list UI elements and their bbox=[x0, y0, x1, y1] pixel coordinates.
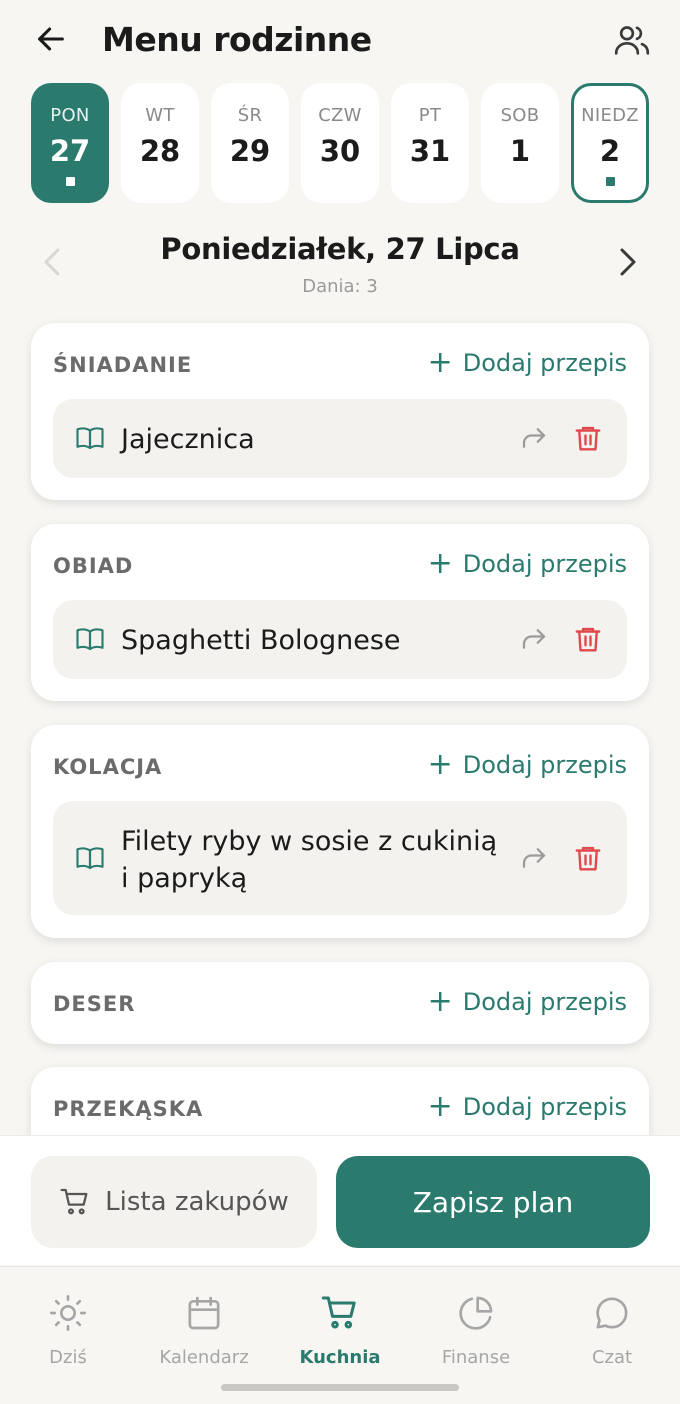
day-number: 31 bbox=[409, 134, 451, 168]
book-icon bbox=[76, 628, 104, 651]
add-recipe-label: Dodaj przepis bbox=[462, 988, 627, 1016]
day-number: 30 bbox=[319, 134, 361, 168]
book-icon bbox=[76, 847, 104, 870]
bottom-action-bar: Lista zakupów Zapisz plan bbox=[0, 1135, 680, 1265]
tab-label: Czat bbox=[591, 1347, 633, 1368]
meal-item[interactable]: Filety ryby w sosie z cukinią i papryką bbox=[53, 801, 627, 915]
add-recipe-label: Dodaj przepis bbox=[462, 1093, 627, 1121]
meal-name-line-2: i papryką bbox=[121, 863, 248, 894]
back-button[interactable] bbox=[30, 18, 72, 60]
tab-calendar[interactable]: Kalendarz bbox=[139, 1293, 269, 1368]
day-name: NIEDZ bbox=[581, 105, 639, 126]
cart-icon bbox=[60, 1188, 88, 1215]
tab-today[interactable]: Dziś bbox=[3, 1293, 133, 1368]
tab-label: Kuchnia bbox=[299, 1347, 381, 1368]
plus-icon: + bbox=[427, 984, 453, 1019]
day-planned-dot bbox=[605, 177, 615, 186]
add-recipe-button[interactable]: + Dodaj przepis bbox=[427, 747, 627, 782]
cart-icon bbox=[321, 1296, 356, 1329]
meal-name: Jajecznica bbox=[121, 424, 255, 455]
sun-icon bbox=[50, 1295, 86, 1331]
trash-icon[interactable] bbox=[573, 842, 603, 874]
selected-date-title: Poniedziałek, 27 Lipca bbox=[160, 232, 520, 266]
day-number: 28 bbox=[139, 134, 181, 168]
add-recipe-button[interactable]: + Dodaj przepis bbox=[427, 1089, 627, 1124]
meal-item[interactable]: Spaghetti Bolognese bbox=[53, 600, 627, 679]
day-chip-pon[interactable]: PON 27 bbox=[31, 83, 109, 203]
pie-chart-icon bbox=[459, 1296, 493, 1330]
app-header: Menu rodzinne bbox=[0, 0, 680, 84]
book-icon bbox=[76, 427, 104, 450]
move-arrow-icon[interactable] bbox=[519, 624, 549, 654]
day-chip-sr[interactable]: ŚR 29 bbox=[211, 83, 289, 203]
day-chip-niedz[interactable]: NIEDZ 2 bbox=[571, 83, 649, 203]
tab-label: Finanse bbox=[441, 1347, 511, 1368]
section-label: ŚNIADANIE bbox=[53, 353, 193, 377]
shopping-list-button[interactable]: Lista zakupów bbox=[31, 1156, 317, 1248]
day-selector: PON 27 WT 28 ŚR 29 CZW 30 PT 31 SOB 1 NI… bbox=[31, 83, 651, 203]
meal-name: Spaghetti Bolognese bbox=[121, 625, 401, 656]
plus-icon: + bbox=[427, 345, 453, 380]
home-indicator[interactable] bbox=[221, 1384, 459, 1391]
day-name: PT bbox=[418, 105, 442, 126]
trash-icon[interactable] bbox=[573, 623, 603, 655]
tab-finance[interactable]: Finanse bbox=[411, 1293, 541, 1368]
calendar-icon bbox=[188, 1296, 220, 1330]
tab-label: Dziś bbox=[49, 1347, 87, 1368]
date-navigation: Poniedziałek, 27 Lipca Dania: 3 bbox=[0, 226, 680, 306]
tab-chat[interactable]: Czat bbox=[547, 1293, 677, 1368]
day-number: 29 bbox=[229, 134, 271, 168]
plus-icon: + bbox=[427, 546, 453, 581]
dish-count: Dania: 3 bbox=[302, 276, 378, 297]
meal-item[interactable]: Jajecznica bbox=[53, 399, 627, 478]
day-number: 2 bbox=[599, 134, 621, 168]
day-name: ŚR bbox=[237, 105, 263, 126]
day-name: CZW bbox=[318, 105, 362, 126]
meal-section-breakfast: ŚNIADANIE + Dodaj przepis Jajecznica bbox=[31, 323, 649, 500]
move-arrow-icon[interactable] bbox=[519, 423, 549, 453]
day-chip-czw[interactable]: CZW 30 bbox=[301, 83, 379, 203]
section-label: DESER bbox=[53, 992, 136, 1016]
meal-section-lunch: OBIAD + Dodaj przepis Spaghetti Bolognes… bbox=[31, 524, 649, 701]
chevron-right-icon bbox=[620, 248, 636, 276]
trash-icon[interactable] bbox=[573, 422, 603, 454]
add-recipe-label: Dodaj przepis bbox=[462, 751, 627, 779]
section-label: KOLACJA bbox=[53, 755, 163, 779]
family-members-button[interactable] bbox=[610, 18, 654, 62]
meal-name-line-1: Filety ryby w sosie z cukinią bbox=[121, 826, 498, 857]
day-chip-sob[interactable]: SOB 1 bbox=[481, 83, 559, 203]
add-recipe-button[interactable]: + Dodaj przepis bbox=[427, 345, 627, 380]
move-arrow-icon[interactable] bbox=[519, 843, 549, 873]
arrow-left-icon bbox=[38, 27, 64, 51]
section-label: OBIAD bbox=[53, 554, 134, 578]
section-label: PRZEKĄSKA bbox=[53, 1097, 204, 1121]
next-day-button[interactable] bbox=[612, 242, 644, 282]
plus-icon: + bbox=[427, 747, 453, 782]
shopping-list-label: Lista zakupów bbox=[105, 1187, 289, 1217]
plus-icon: + bbox=[427, 1089, 453, 1124]
meal-section-dessert: DESER + Dodaj przepis bbox=[31, 962, 649, 1044]
add-recipe-label: Dodaj przepis bbox=[462, 550, 627, 578]
day-number: 27 bbox=[49, 134, 91, 168]
day-chip-pt[interactable]: PT 31 bbox=[391, 83, 469, 203]
page-title: Menu rodzinne bbox=[102, 20, 372, 59]
day-name: PON bbox=[50, 105, 90, 126]
add-recipe-label: Dodaj przepis bbox=[462, 349, 627, 377]
chat-icon bbox=[596, 1297, 628, 1329]
day-chip-wt[interactable]: WT 28 bbox=[121, 83, 199, 203]
day-name: SOB bbox=[500, 105, 540, 126]
users-icon bbox=[614, 26, 650, 55]
add-recipe-button[interactable]: + Dodaj przepis bbox=[427, 984, 627, 1019]
meal-section-dinner: KOLACJA + Dodaj przepis Filety ryby w so… bbox=[31, 725, 649, 938]
day-number: 1 bbox=[509, 134, 531, 168]
save-plan-button[interactable]: Zapisz plan bbox=[336, 1156, 650, 1248]
tab-label: Kalendarz bbox=[159, 1347, 249, 1368]
add-recipe-button[interactable]: + Dodaj przepis bbox=[427, 546, 627, 581]
tab-kitchen[interactable]: Kuchnia bbox=[275, 1293, 405, 1368]
day-planned-dot bbox=[65, 177, 75, 186]
day-name: WT bbox=[145, 105, 175, 126]
